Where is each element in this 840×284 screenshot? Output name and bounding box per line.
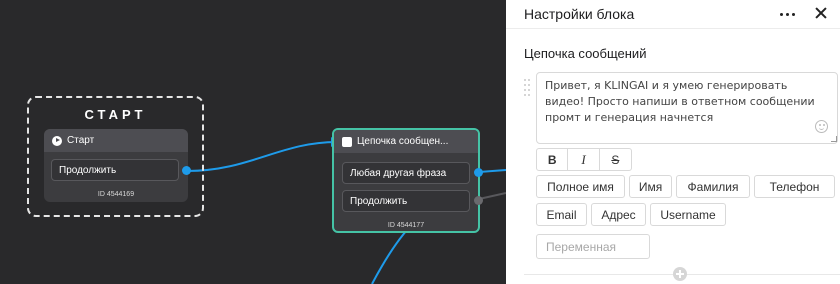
wire-start-to-message (186, 141, 338, 172)
variable-full-name-button[interactable]: Полное имя (536, 175, 625, 198)
format-toolbar: B I S (536, 148, 632, 171)
message-node-title: Цепочка сообщен... (357, 136, 449, 147)
italic-button[interactable]: I (568, 149, 600, 170)
variable-last-name-button[interactable]: Фамилия (676, 175, 750, 198)
continue-output-port[interactable] (474, 196, 483, 205)
start-node-header: Старт (44, 129, 188, 152)
variable-username-button[interactable]: Username (650, 203, 726, 226)
wire-message-out (478, 169, 506, 173)
strikethrough-button[interactable]: S (600, 149, 631, 170)
resize-handle-icon[interactable] (831, 136, 837, 142)
block-settings-panel: Настройки блока Цепочка сообщений Привет… (506, 0, 840, 284)
variable-first-name-button[interactable]: Имя (629, 175, 672, 198)
section-title: Цепочка сообщений (524, 46, 647, 61)
message-continue-button[interactable]: Продолжить (342, 190, 470, 212)
panel-header: Настройки блока (506, 0, 840, 29)
start-node-id: ID 4544169 (97, 191, 135, 198)
close-icon[interactable] (814, 6, 828, 20)
start-continue-button[interactable]: Продолжить (51, 159, 179, 181)
any-phrase-output-port[interactable] (474, 168, 483, 177)
emoji-icon[interactable] (815, 120, 828, 133)
message-text-input[interactable]: Привет, я KLINGAI и я умею генерировать … (536, 72, 838, 144)
wire-message-out-grey (478, 192, 506, 200)
panel-title: Настройки блока (524, 6, 635, 22)
more-options-icon[interactable] (780, 8, 796, 20)
variable-input[interactable] (536, 234, 650, 259)
start-node[interactable]: Старт Продолжить ID 4544169 (44, 129, 188, 202)
start-title: СТАРТ (84, 107, 147, 122)
variable-phone-button[interactable]: Телефон (754, 175, 835, 198)
add-icon[interactable] (673, 267, 687, 281)
drag-handle-icon[interactable] (524, 79, 530, 101)
variable-email-button[interactable]: Email (536, 203, 587, 226)
flow-canvas[interactable]: СТАРТ Старт Продолжить ID 4544169 Цепочк… (0, 0, 506, 284)
any-phrase-button[interactable]: Любая другая фраза (342, 162, 470, 184)
message-chain-node[interactable]: Цепочка сообщен... Любая другая фраза Пр… (332, 128, 480, 233)
start-node-title: Старт (67, 135, 95, 146)
message-icon (342, 136, 352, 147)
play-icon (52, 135, 62, 146)
message-node-header: Цепочка сообщен... (334, 130, 478, 153)
start-output-port[interactable] (182, 166, 191, 175)
variable-address-button[interactable]: Адрес (591, 203, 646, 226)
bold-button[interactable]: B (537, 149, 569, 170)
message-node-id: ID 4544177 (387, 222, 425, 229)
